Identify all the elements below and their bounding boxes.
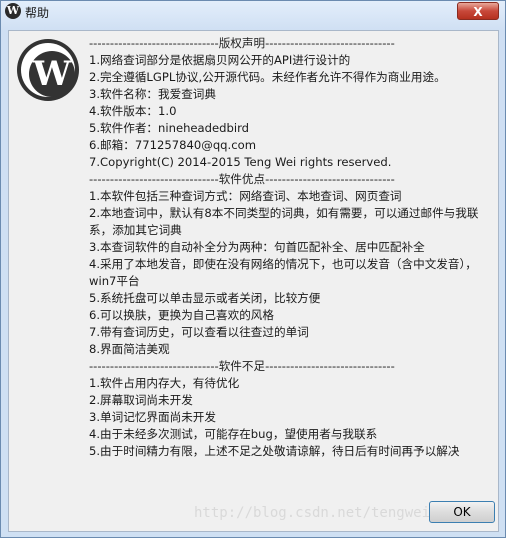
shortcoming-line: 2.屏幕取词尚未开发 [89, 393, 193, 407]
ok-button[interactable]: OK [429, 501, 495, 523]
window-title: 帮助 [25, 6, 50, 20]
advantage-line: 8.界面简洁美观 [89, 342, 170, 356]
shortcoming-line: 3.单词记忆界面尚未开发 [89, 410, 216, 424]
section-header-advantages: -------------------------------软件优点-----… [89, 172, 395, 186]
copyright-line: 5.软件作者：nineheadedbird [89, 121, 250, 135]
copyright-line: 4.软件版本：1.0 [89, 104, 177, 118]
watermark: http://blog.csdn.net/tengweitw [194, 505, 447, 521]
close-button[interactable]: X [457, 2, 499, 20]
copyright-line: 6.邮箱：771257840@qq.com [89, 138, 256, 152]
section-header-shortcomings: -------------------------------软件不足-----… [89, 359, 395, 373]
shortcoming-line: 1.软件占用内存大，有待优化 [89, 376, 240, 390]
wordpress-logo-icon: W [17, 39, 79, 101]
advantage-line: 3.本查词软件的自动补全分为两种：句首匹配补全、居中匹配补全 [89, 240, 425, 254]
copyright-line: 3.软件名称：我爱查词典 [89, 87, 216, 101]
advantage-line: 2.本地查词中，默认有8本不同类型的词典，如有需要，可以通过邮件与我联系，添加其… [89, 206, 479, 237]
wordpress-icon: W [5, 3, 21, 19]
advantage-line: 5.系统托盘可以单击显示或者关闭，比较方便 [89, 291, 321, 305]
copyright-line: 7.Copyright(C) 2014-2015 Teng Wei rights… [89, 155, 392, 169]
copyright-line: 2.完全遵循LGPL协议,公开源代码。未经作者允许不得作为商业用途。 [89, 70, 446, 84]
title-bar[interactable]: W 帮助 X [1, 1, 505, 23]
section-header-copyright: -------------------------------版权声明-----… [89, 36, 395, 50]
dialog-content: W -------------------------------版权声明---… [8, 30, 499, 532]
shortcoming-line: 5.由于时间精力有限，上述不足之处敬请谅解，待日后有时间再予以解决 [89, 444, 460, 458]
advantage-line: 7.带有查词历史，可以查看以往查过的单词 [89, 325, 309, 339]
help-dialog: W 帮助 X W -------------------------------… [0, 0, 506, 538]
help-text-area[interactable]: -------------------------------版权声明-----… [89, 35, 493, 461]
advantage-line: 6.可以换肤，更换为自己喜欢的风格 [89, 308, 274, 322]
advantage-line: 4.采用了本地发音，即使在没有网络的情况下，也可以发音（含中文发音），win7平… [89, 257, 477, 288]
shortcoming-line: 4.由于未经多次测试，可能存在bug，望使用者与我联系 [89, 427, 378, 441]
advantage-line: 1.本软件包括三种查词方式：网络查词、本地查词、网页查词 [89, 189, 402, 203]
copyright-line: 1.网络查词部分是依据扇贝网公开的API进行设计的 [89, 53, 351, 67]
